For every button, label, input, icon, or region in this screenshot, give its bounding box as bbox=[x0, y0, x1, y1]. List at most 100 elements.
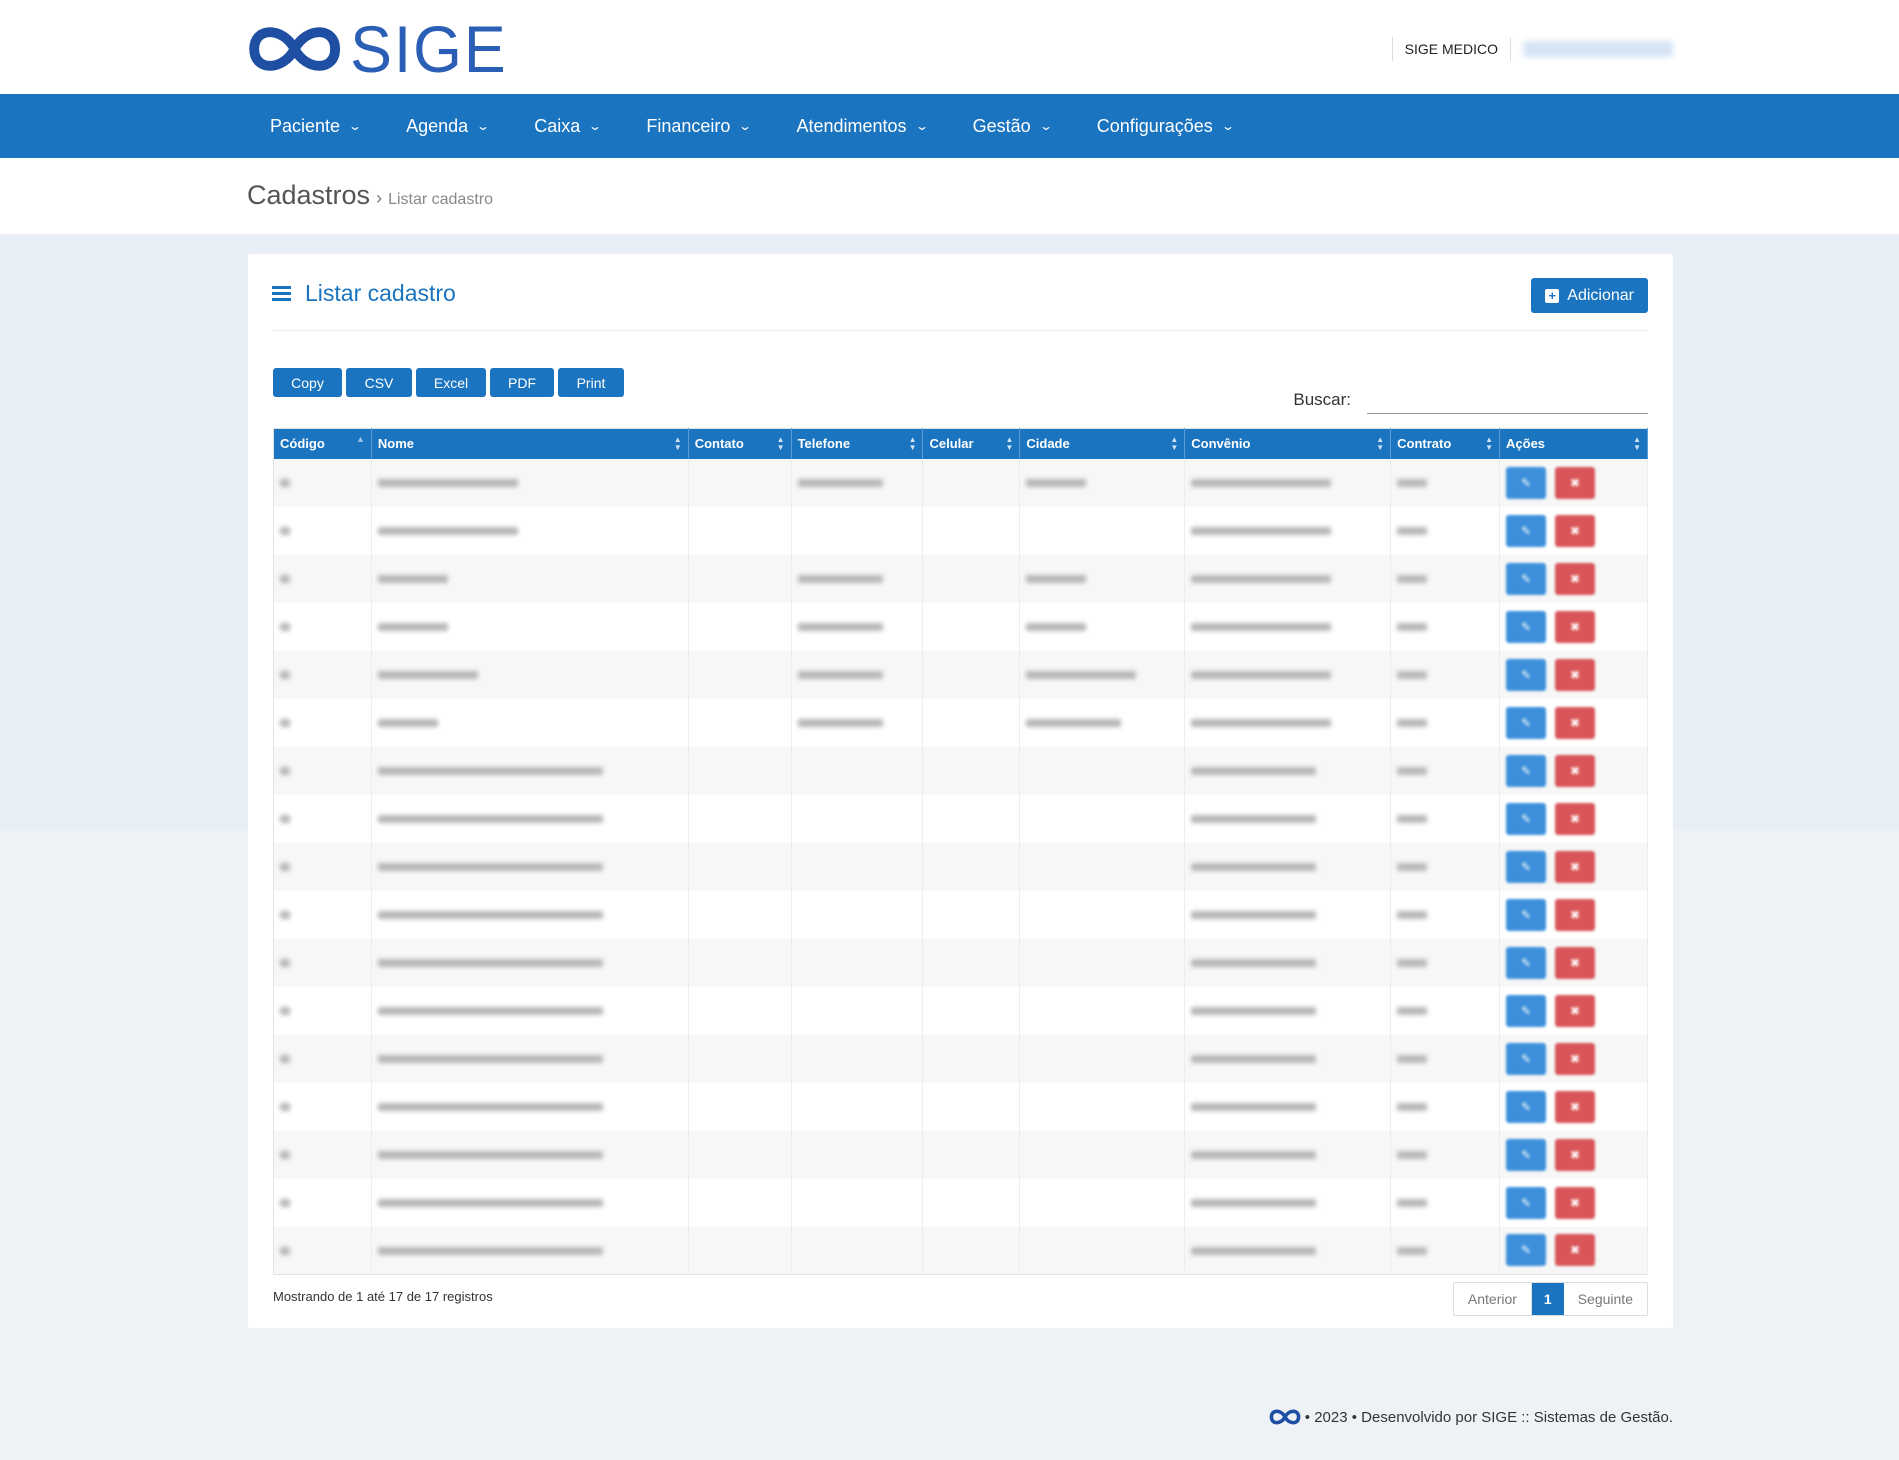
csv-button[interactable]: CSV bbox=[346, 368, 412, 397]
edit-button[interactable]: ✎ bbox=[1506, 1090, 1547, 1123]
actions-cell: ✎ ✖ bbox=[1499, 458, 1648, 507]
col-telefone[interactable]: Telefone ▲ ▼ bbox=[791, 428, 924, 459]
nav-configuracoes[interactable]: Configurações ⌄ bbox=[1074, 94, 1256, 158]
col-contrato[interactable]: Contrato ▲ ▼ bbox=[1390, 428, 1501, 459]
obscured-value bbox=[1191, 1247, 1317, 1256]
sige-logo[interactable]: SIGE bbox=[247, 16, 512, 82]
col-codigo[interactable]: Código ▲ bbox=[273, 428, 372, 459]
copy-button[interactable]: Copy bbox=[273, 368, 342, 397]
nav-financeiro[interactable]: Financeiro ⌄ bbox=[623, 94, 773, 158]
nav-label: Financeiro bbox=[646, 115, 731, 136]
nav-paciente[interactable]: Paciente ⌄ bbox=[247, 94, 383, 158]
page-1-button[interactable]: 1 bbox=[1531, 1283, 1564, 1315]
table-cell bbox=[371, 1034, 689, 1083]
delete-button[interactable]: ✖ bbox=[1555, 562, 1596, 595]
obscured-value bbox=[1191, 1103, 1317, 1112]
obscured-value bbox=[377, 1247, 603, 1256]
obscured-value bbox=[1191, 479, 1332, 488]
table-cell bbox=[1019, 1130, 1186, 1179]
delete-button[interactable]: ✖ bbox=[1555, 1234, 1596, 1267]
table-cell bbox=[922, 746, 1021, 795]
edit-button[interactable]: ✎ bbox=[1506, 946, 1547, 979]
table-cell bbox=[688, 1082, 792, 1131]
delete-button[interactable]: ✖ bbox=[1555, 754, 1596, 787]
table-row: ✎ ✖ bbox=[273, 1130, 1648, 1179]
delete-button[interactable]: ✖ bbox=[1555, 898, 1596, 931]
edit-button[interactable]: ✎ bbox=[1506, 610, 1547, 643]
add-button[interactable]: + Adicionar bbox=[1531, 278, 1648, 313]
obscured-value bbox=[377, 527, 518, 536]
edit-button[interactable]: ✎ bbox=[1506, 994, 1547, 1027]
edit-button[interactable]: ✎ bbox=[1506, 658, 1547, 691]
col-convenio[interactable]: Convênio ▲ ▼ bbox=[1184, 428, 1392, 459]
table-row: ✎ ✖ bbox=[273, 1226, 1648, 1275]
nav-label: Caixa bbox=[534, 115, 581, 136]
col-acoes[interactable]: Ações ▲ ▼ bbox=[1499, 428, 1648, 459]
col-cidade[interactable]: Cidade ▲ ▼ bbox=[1019, 428, 1186, 459]
edit-button[interactable]: ✎ bbox=[1506, 1186, 1547, 1219]
delete-button[interactable]: ✖ bbox=[1555, 1042, 1596, 1075]
print-button[interactable]: Print bbox=[558, 368, 624, 397]
delete-button[interactable]: ✖ bbox=[1555, 658, 1596, 691]
table-cell bbox=[1390, 458, 1501, 507]
delete-button[interactable]: ✖ bbox=[1555, 850, 1596, 883]
obscured-value bbox=[1397, 767, 1428, 776]
table-cell bbox=[371, 1226, 689, 1275]
edit-button[interactable]: ✎ bbox=[1506, 562, 1547, 595]
obscured-value bbox=[1191, 575, 1332, 584]
prev-page-button[interactable]: Anterior bbox=[1454, 1283, 1532, 1315]
nav-gestao[interactable]: Gestão ⌄ bbox=[950, 94, 1074, 158]
obscured-value bbox=[797, 719, 883, 728]
obscured-value bbox=[1397, 815, 1428, 824]
delete-button[interactable]: ✖ bbox=[1555, 514, 1596, 547]
edit-button[interactable]: ✎ bbox=[1506, 898, 1547, 931]
delete-button[interactable]: ✖ bbox=[1555, 610, 1596, 643]
delete-button[interactable]: ✖ bbox=[1555, 1090, 1596, 1123]
col-nome[interactable]: Nome ▲ ▼ bbox=[371, 428, 689, 459]
next-page-button[interactable]: Seguinte bbox=[1564, 1283, 1647, 1315]
nav-atendimentos[interactable]: Atendimentos ⌄ bbox=[773, 94, 949, 158]
obscured-value bbox=[1026, 575, 1087, 584]
obscured-value bbox=[1397, 1103, 1428, 1112]
search-input[interactable] bbox=[1367, 384, 1648, 414]
account-label[interactable]: SIGE MEDICO bbox=[1405, 41, 1498, 57]
table-cell bbox=[273, 938, 372, 987]
delete-button[interactable]: ✖ bbox=[1555, 1186, 1596, 1219]
obscured-value bbox=[797, 575, 883, 584]
actions-cell: ✎ ✖ bbox=[1499, 1082, 1648, 1131]
edit-button[interactable]: ✎ bbox=[1506, 754, 1547, 787]
obscured-value bbox=[280, 911, 290, 920]
delete-button[interactable]: ✖ bbox=[1555, 466, 1596, 499]
actions-cell: ✎ ✖ bbox=[1499, 1034, 1648, 1083]
delete-button[interactable]: ✖ bbox=[1555, 802, 1596, 835]
edit-button[interactable]: ✎ bbox=[1506, 850, 1547, 883]
col-celular[interactable]: Celular ▲ ▼ bbox=[922, 428, 1021, 459]
edit-button[interactable]: ✎ bbox=[1506, 1234, 1547, 1267]
pdf-button[interactable]: PDF bbox=[490, 368, 554, 397]
user-name-obscured[interactable] bbox=[1523, 41, 1673, 57]
nav-agenda[interactable]: Agenda ⌄ bbox=[383, 94, 511, 158]
obscured-value bbox=[377, 767, 603, 776]
obscured-value bbox=[280, 815, 290, 824]
delete-button[interactable]: ✖ bbox=[1555, 946, 1596, 979]
edit-button[interactable]: ✎ bbox=[1506, 706, 1547, 739]
table-cell bbox=[1390, 506, 1501, 555]
table-cell bbox=[1390, 650, 1501, 699]
delete-button[interactable]: ✖ bbox=[1555, 706, 1596, 739]
edit-button[interactable]: ✎ bbox=[1506, 1042, 1547, 1075]
delete-button[interactable]: ✖ bbox=[1555, 1138, 1596, 1171]
obscured-value bbox=[377, 575, 448, 584]
edit-button[interactable]: ✎ bbox=[1506, 514, 1547, 547]
edit-button[interactable]: ✎ bbox=[1506, 466, 1547, 499]
table-row: ✎ ✖ bbox=[273, 650, 1648, 699]
obscured-value bbox=[377, 671, 478, 680]
excel-button[interactable]: Excel bbox=[416, 368, 486, 397]
edit-button[interactable]: ✎ bbox=[1506, 802, 1547, 835]
obscured-value bbox=[1191, 1055, 1317, 1064]
delete-button[interactable]: ✖ bbox=[1555, 994, 1596, 1027]
nav-caixa[interactable]: Caixa ⌄ bbox=[511, 94, 623, 158]
obscured-value bbox=[1397, 959, 1428, 968]
edit-button[interactable]: ✎ bbox=[1506, 1138, 1547, 1171]
footer: • 2023 • Desenvolvido por SIGE :: Sistem… bbox=[1269, 1407, 1673, 1427]
col-contato[interactable]: Contato ▲ ▼ bbox=[688, 428, 792, 459]
